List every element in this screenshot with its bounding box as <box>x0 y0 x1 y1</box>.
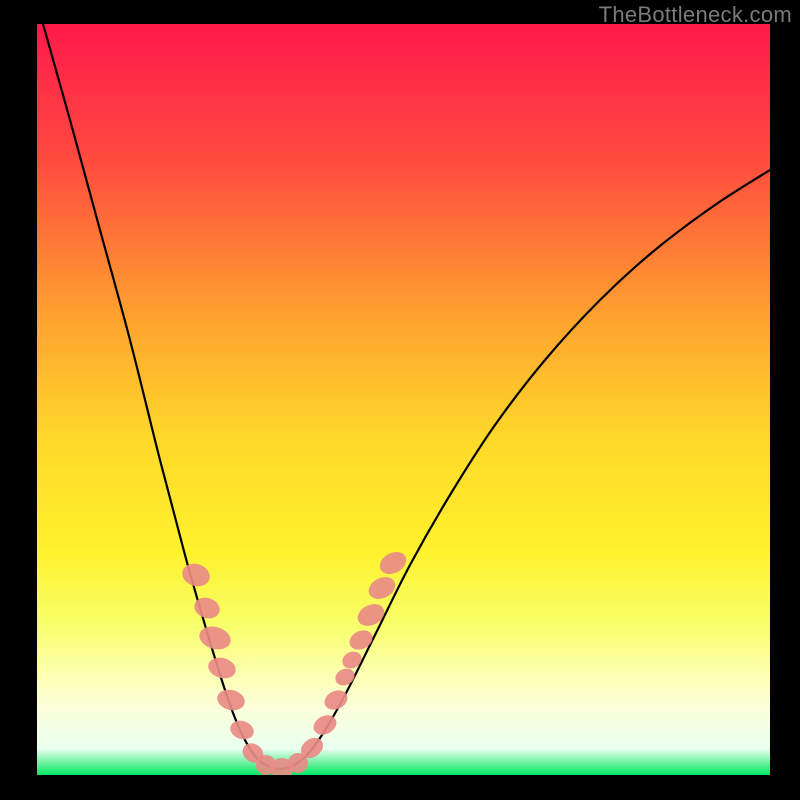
plot-background <box>37 24 770 775</box>
chart-svg <box>0 0 800 800</box>
attribution-text: TheBottleneck.com <box>599 2 792 28</box>
bottleneck-chart: TheBottleneck.com <box>0 0 800 800</box>
